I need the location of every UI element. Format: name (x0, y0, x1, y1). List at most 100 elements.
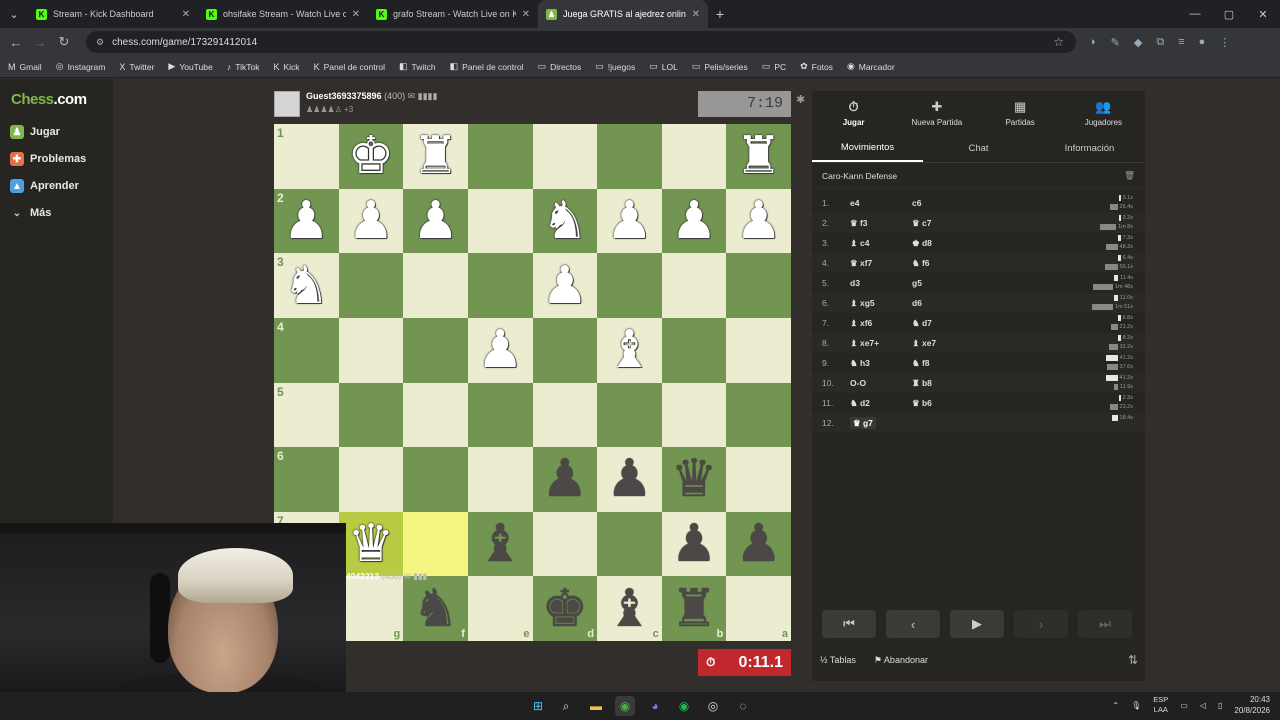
back-icon[interactable]: ← (4, 35, 28, 50)
black-rook-piece[interactable]: ♜ (671, 583, 718, 635)
white-queen-piece[interactable]: ♛ (348, 518, 395, 570)
white-rook-piece[interactable]: ♜ (412, 130, 459, 182)
board-square[interactable]: e (467, 576, 533, 641)
board-square[interactable]: ♜ (726, 124, 791, 189)
network-icon[interactable]: ▭ (1180, 701, 1188, 710)
volume-icon[interactable]: ◁ (1200, 701, 1206, 710)
white-move[interactable]: ♛ f3 (840, 218, 902, 229)
board-square[interactable] (597, 253, 662, 318)
black-queen-piece[interactable]: ♛ (671, 453, 718, 505)
file-explorer-icon[interactable]: ▬ (586, 696, 606, 716)
board-square[interactable]: ♟ (597, 188, 662, 254)
bookmark-item[interactable]: ◎ Instagram (56, 61, 106, 72)
black-move[interactable]: ♞ f8 (902, 358, 964, 369)
black-pawn-piece[interactable]: ♟ (671, 518, 718, 570)
subtab[interactable]: Chat (923, 135, 1034, 162)
reload-icon[interactable]: ↻ (52, 34, 76, 50)
menu-list-icon[interactable]: ≡ (1178, 36, 1184, 49)
board-square[interactable]: g (338, 576, 404, 641)
white-pawn-piece[interactable]: ♟ (606, 195, 653, 247)
chess-logo[interactable]: Chess.com (11, 91, 87, 108)
board-square[interactable]: 5 (274, 382, 339, 448)
board-square[interactable] (661, 382, 727, 448)
bookmark-item[interactable]: ◧ Twitch (399, 61, 436, 72)
board-square[interactable] (467, 188, 533, 254)
board-square[interactable]: ♟ (726, 511, 791, 577)
board-square[interactable] (661, 124, 727, 189)
panel-tab-1[interactable]: ⏱ Jugar (812, 91, 895, 135)
black-move[interactable]: ♜ b8 (902, 378, 964, 389)
board-square[interactable]: 3 ♞ (274, 253, 339, 318)
extension-icon[interactable]: ◆ (1134, 36, 1142, 49)
white-pawn-piece[interactable]: ♟ (542, 260, 589, 312)
forward-icon[interactable]: → (28, 35, 52, 50)
board-square[interactable]: 2 ♟ (274, 188, 339, 254)
bookmark-item[interactable]: ♪ TikTok (227, 62, 260, 72)
board-square[interactable]: 1 (274, 124, 339, 189)
bookmark-item[interactable]: M Gmail (8, 62, 42, 72)
board-square[interactable] (532, 317, 598, 383)
panel-tab-3[interactable]: ▦ Partidas (979, 91, 1062, 135)
close-tab-icon[interactable]: ✕ (182, 9, 190, 20)
white-move[interactable]: ♛ g7 (840, 416, 902, 429)
chess-board[interactable]: 1♚♜♜2♟♟♟♞♟♟♟3♞♟4♟♝56♟♟♛7♛♝♟♟8hgf♞ed♚c♝b♜… (274, 124, 791, 641)
player-name[interactable]: 4042213 (346, 571, 379, 581)
board-square[interactable]: ♟ (338, 188, 404, 254)
black-move[interactable]: d6 (902, 298, 964, 308)
board-square[interactable] (467, 124, 533, 189)
browser-tab[interactable]: ♟ Juega GRATIS al ajedrez online ✕ (538, 0, 708, 28)
search-icon[interactable]: ⌕ (556, 696, 576, 716)
board-square[interactable]: ♟ (532, 253, 598, 318)
white-move[interactable]: ♞ h3 (840, 358, 902, 369)
board-square[interactable] (532, 382, 598, 448)
white-knight-piece[interactable]: ♞ (283, 260, 330, 312)
white-pawn-piece[interactable]: ♟ (283, 195, 330, 247)
white-pawn-piece[interactable]: ♟ (671, 195, 718, 247)
black-move[interactable]: c6 (902, 198, 964, 208)
bookmark-item[interactable]: ▭ PC (762, 61, 786, 72)
bookmark-item[interactable]: ▭ Pelis/series (692, 61, 748, 72)
board-square[interactable] (467, 447, 533, 512)
board-square[interactable] (338, 382, 404, 448)
battery-icon[interactable]: ▯ (1218, 701, 1222, 710)
board-square[interactable]: ♟ (661, 188, 727, 254)
black-move[interactable]: ♞ f6 (902, 258, 964, 269)
url-bar[interactable]: ⚙ chess.com/game/173291412014 ☆ (86, 31, 1076, 53)
black-king-piece[interactable]: ♚ (542, 583, 589, 635)
white-pawn-piece[interactable]: ♟ (735, 195, 782, 247)
clock-date[interactable]: 20:43 20/8/2026 (1234, 694, 1270, 716)
board-square[interactable]: ♟ (403, 188, 468, 254)
black-pawn-piece[interactable]: ♟ (606, 453, 653, 505)
tray-up-icon[interactable]: ⌃ (1112, 701, 1119, 710)
first-move-button[interactable]: ⏮ (822, 610, 876, 638)
bookmark-item[interactable]: ▶ YouTube (168, 61, 212, 72)
board-square[interactable]: 4 (274, 317, 339, 383)
white-move[interactable]: ♞ d2 (840, 398, 902, 409)
mic-icon[interactable]: 🎙 (1131, 701, 1141, 710)
board-square[interactable] (597, 124, 662, 189)
white-king-piece[interactable]: ♚ (348, 130, 395, 182)
black-pawn-piece[interactable]: ♟ (542, 453, 589, 505)
white-knight-piece[interactable]: ♞ (542, 195, 589, 247)
white-move[interactable]: ♝ xe7+ (840, 338, 902, 349)
app-icon[interactable]: ◌ (733, 696, 753, 716)
board-square[interactable]: f ♞ (403, 576, 468, 641)
black-move[interactable]: g5 (902, 278, 964, 288)
board-square[interactable] (403, 511, 468, 577)
board-square[interactable] (726, 317, 791, 383)
site-info-icon[interactable]: ⚙ (96, 37, 104, 48)
prev-move-button[interactable]: ‹ (886, 610, 940, 638)
board-square[interactable]: ♟ (467, 317, 533, 383)
white-move[interactable]: ♝ xf6 (840, 318, 902, 329)
board-square[interactable]: ♜ (403, 124, 468, 189)
chrome-icon[interactable]: ◉ (615, 696, 635, 716)
black-move[interactable]: ♚ d8 (902, 238, 964, 249)
board-square[interactable] (403, 447, 468, 512)
board-square[interactable]: ♟ (532, 447, 598, 512)
board-square[interactable] (597, 511, 662, 577)
bookmark-item[interactable]: K Panel de control (314, 62, 385, 72)
board-square[interactable] (661, 253, 727, 318)
board-square[interactable] (661, 317, 727, 383)
close-window-icon[interactable]: ✕ (1246, 8, 1280, 21)
maximize-icon[interactable]: ▢ (1212, 8, 1246, 21)
